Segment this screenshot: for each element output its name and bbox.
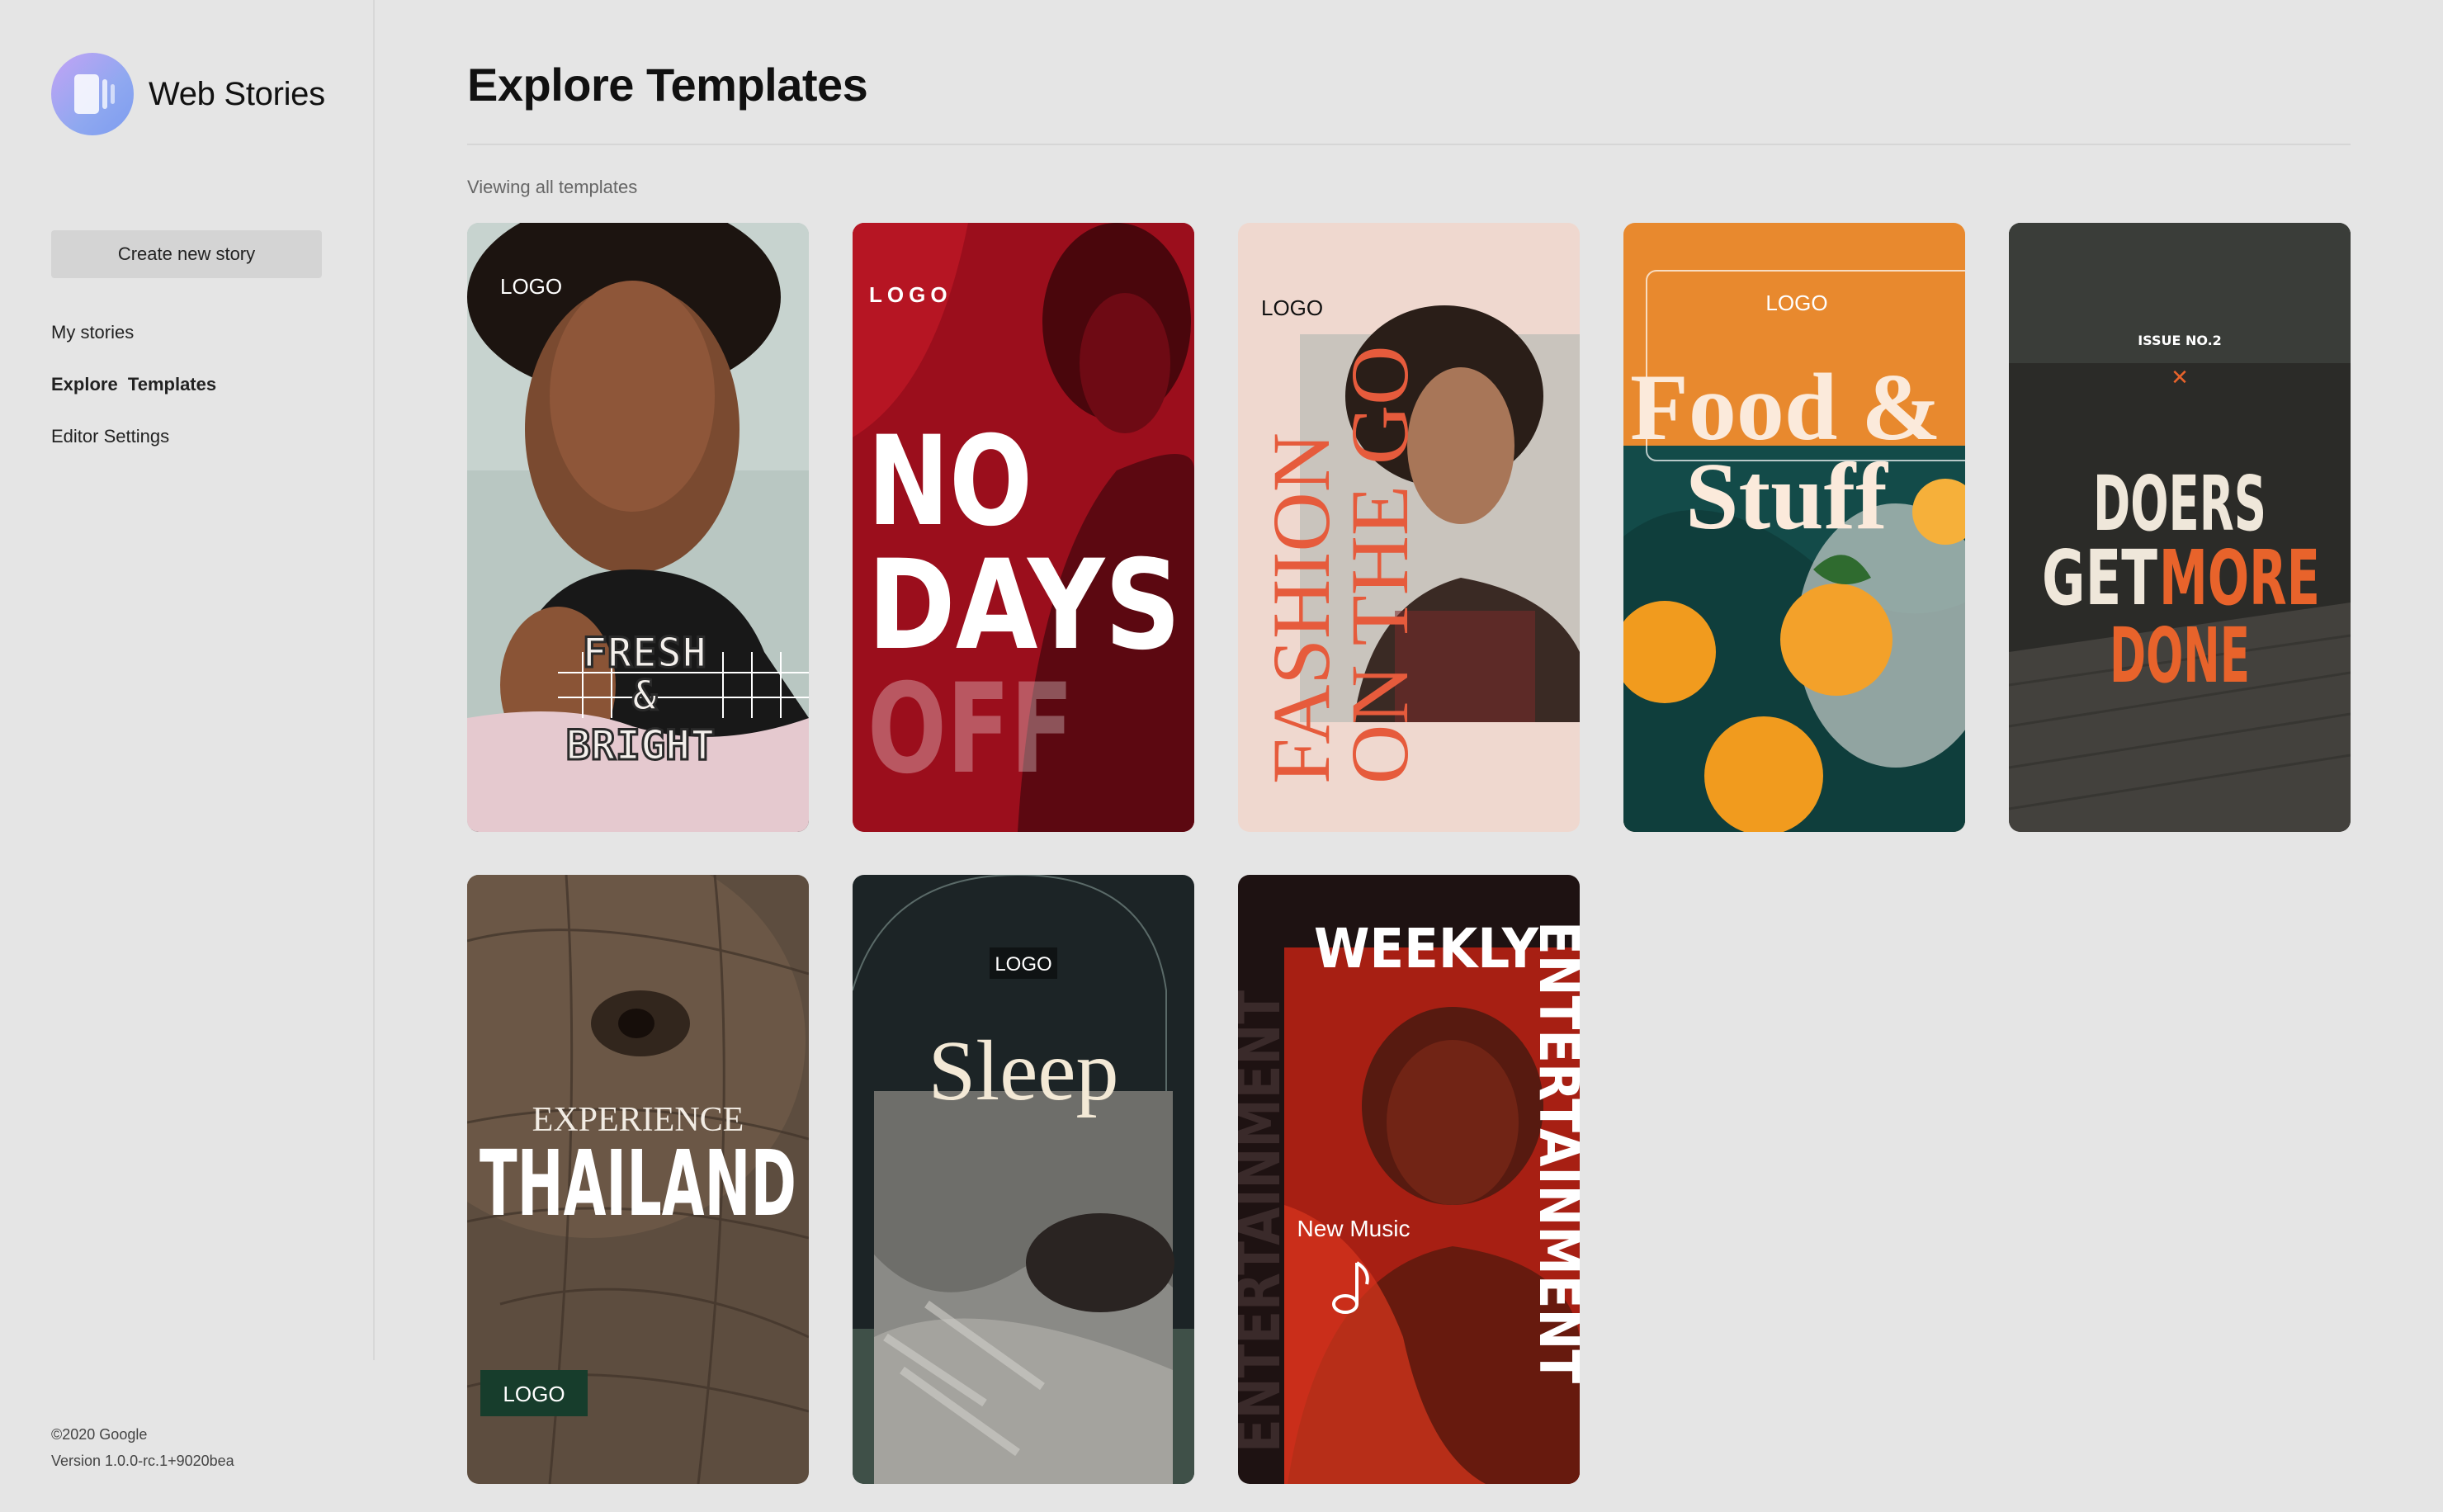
card-headline-accent: DONE [2110,612,2250,700]
sidebar-item-my-stories[interactable]: My stories [51,322,216,374]
template-preview: LOGO FRESH & BRIGHT [467,223,809,832]
sidebar-item-explore-templates[interactable]: Explore Templates [51,374,216,426]
template-preview: EXPERIENCE THAILAND LOGO [467,875,809,1484]
card-headline: Stuff [1685,444,1888,550]
template-preview: LOGO NO DAYS OFF [853,223,1194,832]
brand[interactable]: Web Stories [51,53,325,135]
close-icon: ✕ [2171,365,2189,390]
card-logo: LOGO [500,274,562,299]
card-headline: THAILAND [480,1131,796,1236]
card-logo: LOGO [995,953,1051,976]
template-card-sleep[interactable]: LOGO Sleep [853,875,1194,1484]
card-headline: ON THE GO [1334,346,1425,784]
card-headline: OFF [867,658,1074,801]
card-headline: NO [867,410,1032,554]
template-card-thailand[interactable]: EXPERIENCE THAILAND LOGO [467,875,809,1484]
card-headline: & [632,672,658,720]
card-headline: WEEKLY [1314,917,1539,980]
card-logo: LOGO [1765,291,1827,315]
create-new-story-button[interactable]: Create new story [51,230,322,278]
card-logo: LOGO [503,1382,565,1406]
template-preview: ENTERTAINMENT WEEKLY ENTERTAINMENT New M… [1238,875,1580,1484]
card-headline: Sleep [928,1023,1118,1118]
card-headline: FRESH [583,629,707,677]
card-logo: LOGO [869,282,952,307]
web-stories-logo-icon [51,53,134,135]
card-issue-label: ISSUE NO.2 [2138,333,2222,348]
page-title: Explore Templates [467,59,868,111]
sidebar-nav: My stories Explore Templates Editor Sett… [51,322,216,478]
template-preview: LOGO Food & Stuff [1623,223,1965,832]
new-music-badge-text: New Music [1297,1216,1411,1241]
sidebar-divider [373,0,375,1360]
template-card-fashion-on-the-go[interactable]: LOGO FASHION ON THE GO [1238,223,1580,832]
template-card-no-days-off[interactable]: LOGO NO DAYS OFF [853,223,1194,832]
card-headline-accent: MORE [2159,534,2320,622]
template-card-food-stuff[interactable]: LOGO Food & Stuff [1623,223,1965,832]
card-headline: DAYS [867,534,1181,678]
card-side-text: ENTERTAINMENT [1238,990,1293,1453]
template-preview: ISSUE NO.2 ✕ DOERS GET MORE DONE [2009,223,2351,832]
template-preview: LOGO FASHION ON THE GO [1238,223,1580,832]
template-card-doers[interactable]: ISSUE NO.2 ✕ DOERS GET MORE DONE [2009,223,2351,832]
copyright-text: ©2020 Google [51,1426,148,1443]
viewing-label: Viewing all templates [467,177,638,197]
version-text: Version 1.0.0-rc.1+9020bea [51,1453,234,1469]
sidebar: Web Stories Create new story My stories … [0,0,375,1512]
card-logo: LOGO [1261,295,1323,320]
template-card-fresh-bright[interactable]: LOGO FRESH & BRIGHT [467,223,809,832]
template-card-weekly-entertainment[interactable]: ENTERTAINMENT WEEKLY ENTERTAINMENT New M… [1238,875,1580,1484]
brand-name: Web Stories [149,75,325,112]
card-headline: BRIGHT [566,721,716,769]
sidebar-footer: ©2020 Google Version 1.0.0-rc.1+9020bea [51,1421,234,1474]
card-side-text: ENTERTAINMENT [1527,921,1580,1383]
sidebar-item-editor-settings[interactable]: Editor Settings [51,426,216,478]
title-divider [467,144,2351,145]
template-preview: LOGO Sleep [853,875,1194,1484]
card-headline: GET [2042,534,2157,622]
